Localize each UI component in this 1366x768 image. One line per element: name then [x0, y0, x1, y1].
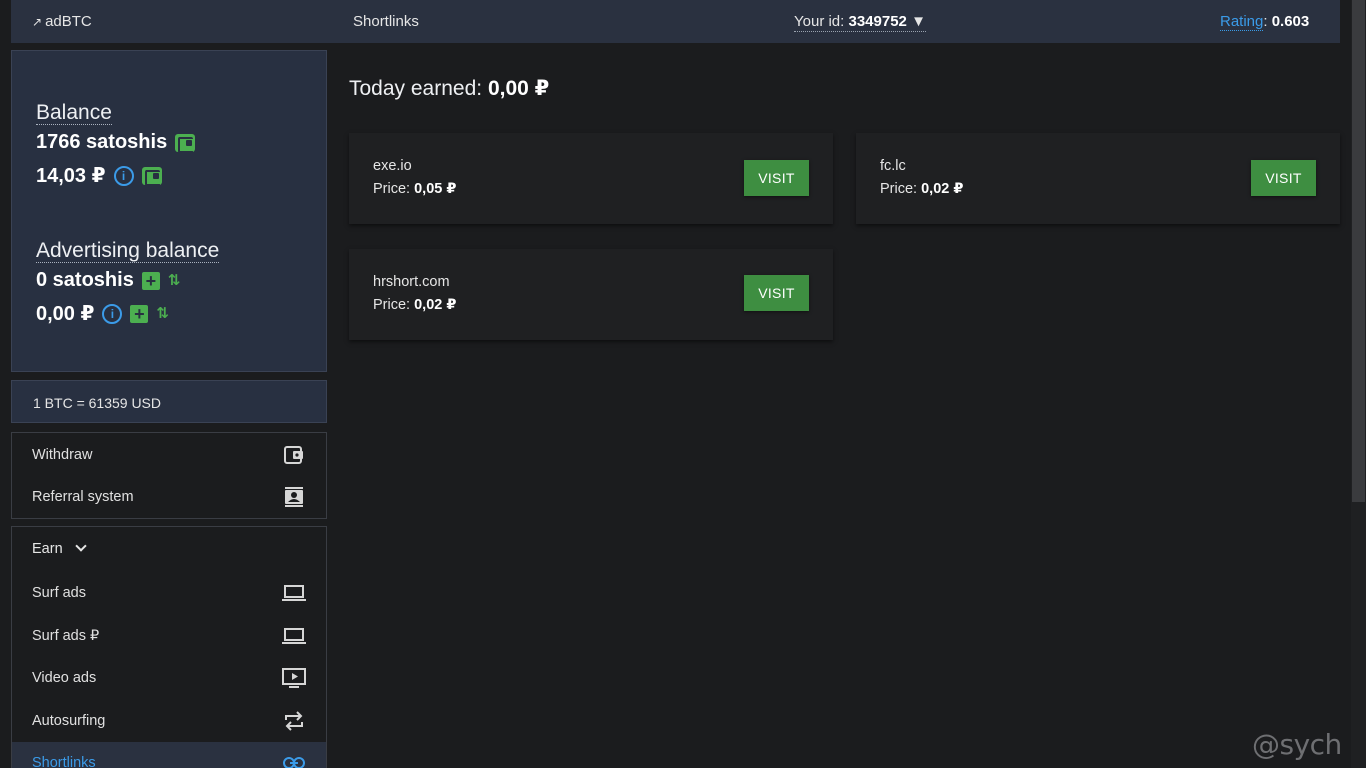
page-nav-title: Shortlinks — [353, 13, 419, 30]
btc-rate: 1 BTC = 61359 USD — [33, 395, 162, 411]
visit-button[interactable]: VISIT — [1251, 160, 1316, 196]
menu-item-autosurfing[interactable]: Autosurfing — [12, 700, 326, 742]
price-value: 0,02 ₽ — [921, 181, 964, 197]
balance-satoshis-row: 1766 satoshis — [36, 131, 196, 154]
menu-item-label: Withdraw — [32, 447, 93, 463]
wallet-icon[interactable] — [141, 166, 162, 186]
visit-button[interactable]: VISIT — [744, 275, 809, 311]
link-icon — [282, 752, 306, 768]
balance-rub: 14,03 ₽ — [36, 165, 106, 187]
shortlink-site: fc.lc — [880, 158, 906, 174]
brand-label: adBTC — [45, 13, 92, 30]
scrollbar-thumb[interactable] — [1352, 0, 1365, 502]
repeat-icon — [282, 710, 306, 732]
shortlink-price: Price: 0,05 ₽ — [373, 181, 456, 197]
advertising-rub: 0,00 ₽ — [36, 303, 95, 325]
earn-toggle[interactable]: Earn — [12, 528, 326, 570]
shortlink-card: hrshort.com Price: 0,02 ₽ VISIT — [349, 249, 833, 340]
plus-icon[interactable]: + — [130, 304, 149, 323]
rating-link[interactable]: Rating — [1220, 13, 1264, 31]
price-label: Price: — [373, 297, 411, 313]
swap-arrows-icon[interactable]: ⇅ — [168, 271, 184, 291]
shortlink-price: Price: 0,02 ₽ — [880, 181, 963, 197]
menu-item-label: Surf ads ₽ — [32, 628, 100, 644]
shortlink-card: fc.lc Price: 0,02 ₽ VISIT — [856, 133, 1340, 224]
price-label: Price: — [373, 181, 411, 197]
video-play-icon — [282, 667, 306, 689]
caret-down-icon: ▼ — [911, 13, 926, 30]
rating: Rating: 0.603 — [1220, 13, 1310, 31]
menu-item-surf-ads[interactable]: Surf ads — [12, 572, 326, 614]
visit-button[interactable]: VISIT — [744, 160, 809, 196]
earn-menu: Earn Surf ads Surf ads ₽ Video ads Autos… — [11, 526, 327, 768]
top-bar: ↗ adBTC Shortlinks Your id: 3349752 ▼ Rat… — [11, 0, 1340, 43]
balance-panel: Balance 1766 satoshis 14,03 ₽ i Advertis… — [11, 50, 327, 372]
shortlink-price: Price: 0,02 ₽ — [373, 297, 456, 313]
btc-rate-panel: 1 BTC = 61359 USD — [11, 380, 327, 423]
menu-item-surf-ads-rub[interactable]: Surf ads ₽ — [12, 615, 326, 657]
today-earned: Today earned: 0,00 ₽ — [349, 76, 549, 101]
balance-heading[interactable]: Balance — [36, 101, 112, 125]
wallet-icon[interactable] — [175, 133, 196, 153]
brand-link[interactable]: ↗ adBTC — [32, 13, 92, 30]
shortlink-site: hrshort.com — [373, 274, 450, 290]
menu-item-withdraw[interactable]: Withdraw — [12, 434, 326, 476]
menu-item-video-ads[interactable]: Video ads — [12, 657, 326, 699]
wallet-icon — [282, 444, 306, 466]
today-earned-label: Today earned: — [349, 77, 483, 100]
user-id-dropdown[interactable]: Your id: 3349752 ▼ — [794, 13, 926, 32]
plus-icon[interactable]: + — [141, 271, 160, 290]
balance-rub-row: 14,03 ₽ i — [36, 163, 162, 188]
price-value: 0,02 ₽ — [414, 297, 457, 313]
menu-item-referral[interactable]: Referral system — [12, 476, 326, 518]
today-earned-value: 0,00 ₽ — [487, 77, 550, 100]
menu-item-label: Shortlinks — [32, 755, 96, 768]
advertising-satoshis-row: 0 satoshis + ⇅ — [36, 269, 184, 292]
balance-satoshis: 1766 satoshis — [36, 131, 168, 153]
watermark: @sych — [1252, 728, 1342, 761]
earn-header: Earn — [32, 540, 87, 557]
laptop-icon — [282, 582, 306, 604]
swap-arrows-icon[interactable]: ⇅ — [156, 304, 172, 324]
account-menu: Withdraw Referral system — [11, 432, 327, 519]
user-id-value: 3349752 — [848, 13, 907, 30]
earn-label: Earn — [32, 541, 63, 557]
advertising-rub-row: 0,00 ₽ i + ⇅ — [36, 301, 172, 326]
price-value: 0,05 ₽ — [414, 181, 457, 197]
info-icon[interactable]: i — [113, 165, 134, 186]
rating-value: 0.603 — [1271, 13, 1310, 30]
shortlink-site: exe.io — [373, 158, 412, 174]
user-id-label: Your id: — [794, 13, 845, 30]
price-label: Price: — [880, 181, 918, 197]
info-icon[interactable]: i — [102, 303, 123, 324]
menu-item-label: Autosurfing — [32, 713, 106, 729]
shortlink-card: exe.io Price: 0,05 ₽ VISIT — [349, 133, 833, 224]
menu-item-label: Surf ads — [32, 585, 86, 601]
laptop-icon — [282, 625, 306, 647]
chevron-down-icon — [74, 540, 87, 552]
contact-card-icon — [282, 486, 306, 508]
menu-item-shortlinks[interactable]: Shortlinks — [12, 742, 326, 768]
menu-item-label: Video ads — [32, 670, 97, 686]
advertising-balance-heading[interactable]: Advertising balance — [36, 239, 220, 263]
vertical-scrollbar[interactable] — [1351, 0, 1366, 768]
menu-item-label: Referral system — [32, 489, 134, 505]
external-arrow-icon: ↗ — [32, 15, 43, 29]
advertising-satoshis: 0 satoshis — [36, 269, 134, 291]
